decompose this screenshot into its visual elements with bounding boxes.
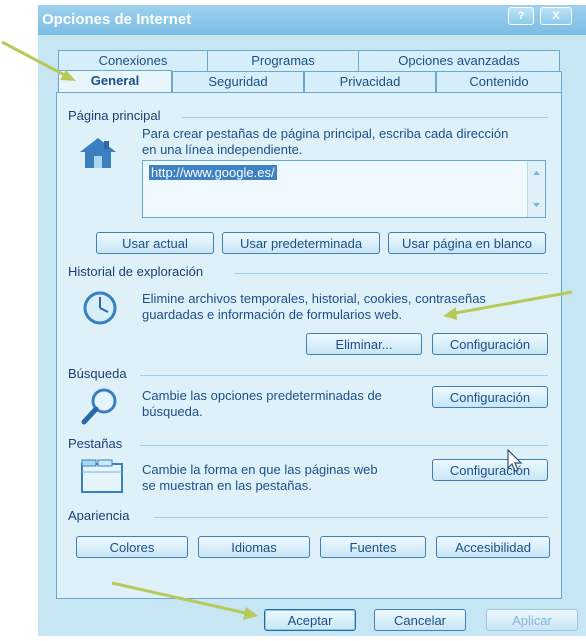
annotation-arrows	[0, 0, 586, 641]
